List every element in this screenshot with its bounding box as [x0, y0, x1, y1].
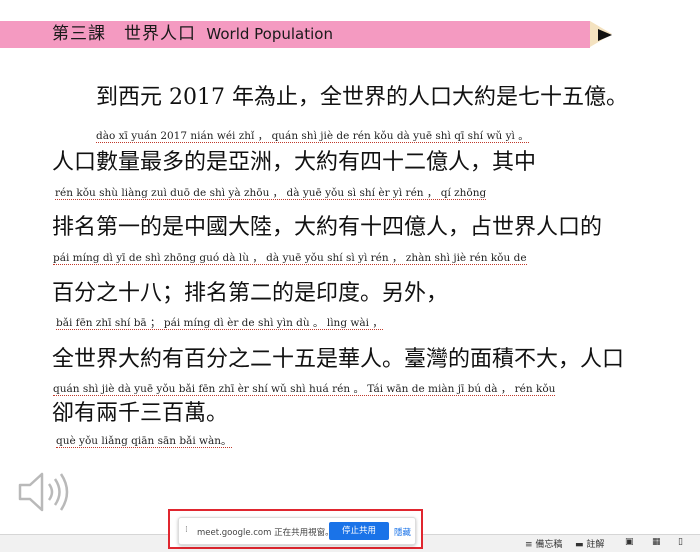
pinyin-text-1: dào xī yuán 2017 nián wéi zhǐ ， quán shì… — [96, 130, 529, 143]
speaker-icon[interactable] — [14, 467, 74, 517]
lesson-title: 第三課 世界人口 World Population — [52, 21, 333, 48]
comments-button[interactable]: ▬ 註解 — [575, 537, 604, 550]
text-line-1: 到西元 2017 年為止，全世界的人口大約是七十五億。 — [52, 85, 628, 110]
pinyin-line-1: dào xī yuán 2017 nián wéi zhǐ ， quán shì… — [96, 128, 529, 143]
pencil-lead-icon — [598, 29, 612, 41]
text-line-6: 卻有兩千三百萬。 — [52, 401, 229, 426]
text-line-3: 排名第一的是中國大陸，大約有十四億人，占世界人口的 — [52, 215, 603, 240]
drag-handle-icon[interactable]: ⁞ — [185, 525, 188, 535]
screen-share-highlight: ⁞ meet.google.com 正在共用視窗。 停止共用 隱藏 — [168, 509, 423, 549]
comments-label: 註解 — [586, 540, 605, 550]
text-line-4: 百分之十八；排名第二的是印度。另外， — [52, 281, 449, 306]
notes-button[interactable]: ≡ 備忘稿 — [525, 537, 562, 550]
pinyin-text-2: rén kǒu shù liàng zuì duō de shì yà zhōu… — [55, 187, 487, 200]
screen-share-notice: ⁞ meet.google.com 正在共用視窗。 停止共用 隱藏 — [178, 517, 416, 545]
share-message: meet.google.com 正在共用視窗。 — [197, 528, 334, 538]
stop-sharing-button[interactable]: 停止共用 — [329, 522, 389, 540]
text-line-5: 全世界大約有百分之二十五是華人。臺灣的面積不大，人口 — [52, 347, 625, 372]
pinyin-text-6: què yǒu liǎng qiān sān bǎi wàn。 — [56, 435, 232, 448]
lesson-title-zh: 第三課 世界人口 — [52, 24, 196, 44]
hide-button[interactable]: 隱藏 — [394, 526, 411, 538]
reading-view-icon[interactable]: ▯ — [678, 537, 683, 547]
text-line-2: 人口數量最多的是亞洲，大約有四十二億人，其中 — [52, 150, 537, 175]
notes-label: 備忘稿 — [535, 540, 563, 550]
pinyin-line-4: bǎi fēn zhī shí bā ； pái míng dì èr de s… — [56, 315, 383, 330]
lesson-title-en: World Population — [206, 25, 333, 43]
pinyin-line-5: quán shì jiè dà yuē yǒu bǎi fēn zhī èr s… — [53, 381, 556, 396]
pinyin-line-2: rén kǒu shù liàng zuì duō de shì yà zhōu… — [55, 185, 487, 200]
pinyin-text-3: pái míng dì yī de shì zhōng guó dà lù ， … — [53, 252, 527, 265]
pinyin-line-6: què yǒu liǎng qiān sān bǎi wàn。 — [56, 433, 232, 448]
normal-view-icon[interactable]: ▣ — [625, 537, 634, 547]
pinyin-text-4: bǎi fēn zhī shí bā ； pái míng dì èr de s… — [56, 317, 383, 330]
slide-sorter-icon[interactable]: ▦ — [652, 537, 661, 547]
pinyin-line-3: pái míng dì yī de shì zhōng guó dà lù ， … — [53, 250, 527, 265]
